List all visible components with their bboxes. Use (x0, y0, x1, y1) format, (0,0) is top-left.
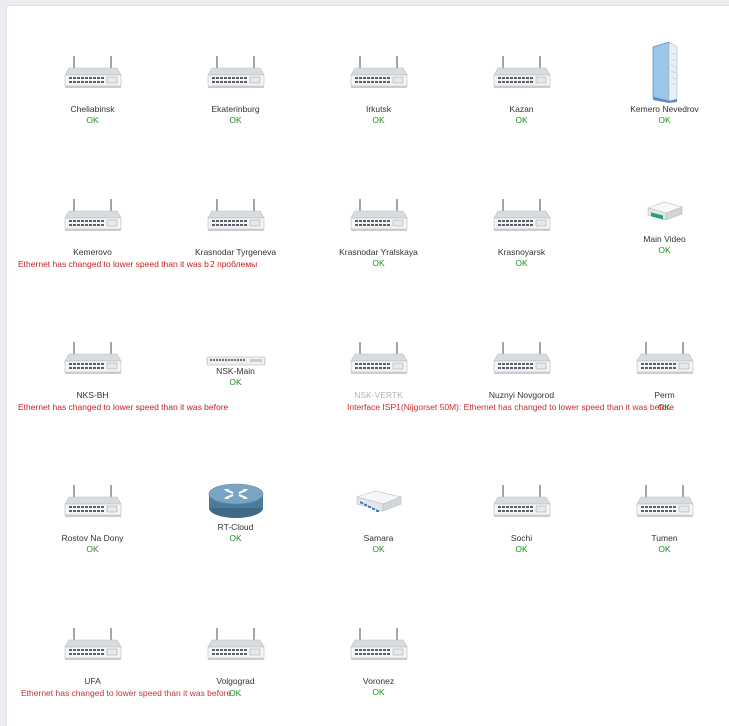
tower-router-icon (649, 41, 681, 108)
device-name: Cheliabinsk (70, 104, 115, 114)
device-name: NSK-VERTK (354, 390, 403, 400)
device-nuznyi-novgorod[interactable]: Nuznyi Novgorod (450, 337, 593, 457)
device-name: Tumen (651, 533, 678, 543)
cloud-router-icon (207, 480, 265, 525)
device-voronez[interactable]: Voronez OK (307, 623, 450, 726)
device-name: Perm (654, 390, 675, 400)
device-status: OK (515, 115, 528, 125)
device-name: Irkutsk (365, 104, 392, 114)
device-status: OK (229, 377, 242, 387)
device-kemero-nevedrov[interactable]: Kemero Nevedrov OK (593, 41, 729, 161)
device-krasnoyarsk[interactable]: Krasnoyarsk OK (450, 194, 593, 314)
device-name: Volgograd (216, 676, 255, 686)
device-status: OK (229, 115, 242, 125)
device-tumen[interactable]: Tumen OK (593, 480, 729, 600)
router-icon (492, 341, 551, 380)
router-icon (63, 55, 122, 94)
router-icon (63, 198, 122, 237)
device-perm[interactable]: Perm (593, 337, 729, 457)
device-name: Rostov Na Dony (61, 533, 124, 543)
device-name: Ekaterinburg (211, 104, 260, 114)
device-status: OK (372, 115, 385, 125)
hex-router-icon (355, 488, 403, 517)
router-icon (492, 55, 551, 94)
router-icon (349, 341, 408, 380)
device-name: RT-Cloud (217, 522, 254, 532)
router-icon (349, 627, 408, 666)
device-status-nsk-vertk: Interface ISP1(Nijgorset 50M): Ethernet … (347, 402, 674, 412)
device-main-video[interactable]: Main Video OK (593, 194, 729, 314)
device-status: OK (86, 544, 99, 554)
device-name: Kazan (509, 104, 534, 114)
device-status: OK (372, 687, 385, 697)
device-kazan[interactable]: Kazan OK (450, 51, 593, 171)
device-krasnodar-yralskaya[interactable]: Krasnodar Yralskaya OK (307, 194, 450, 314)
device-irkutsk[interactable]: Irkutsk OK (307, 51, 450, 171)
small-router-icon (646, 200, 684, 227)
device-name: Voronez (362, 676, 395, 686)
device-rostov-na-dony[interactable]: Rostov Na Dony OK (21, 480, 164, 600)
device-name: Kemero Nevedrov (630, 104, 699, 114)
device-sochi[interactable]: Sochi OK (450, 480, 593, 600)
device-ufa[interactable]: UFA (21, 623, 164, 726)
device-status: OK (372, 544, 385, 554)
router-icon (63, 484, 122, 523)
device-name: Krasnoyarsk (497, 247, 546, 257)
router-icon (349, 198, 408, 237)
device-rt-cloud[interactable]: RT-Cloud OK (164, 480, 307, 600)
device-name: Nuznyi Novgorod (488, 390, 555, 400)
device-name: Samara (363, 533, 394, 543)
device-name: Main Video (643, 234, 686, 244)
router-icon (635, 484, 694, 523)
device-kemerovo[interactable]: Kemerovo (21, 194, 164, 314)
device-status: OK (658, 245, 671, 255)
router-icon (206, 198, 265, 237)
device-status: OK (515, 258, 528, 268)
device-name: UFA (84, 676, 101, 686)
router-icon (63, 627, 122, 666)
router-icon (492, 484, 551, 523)
router-icon (206, 627, 265, 666)
device-krasnodar-tyrgeneva[interactable]: Krasnodar Tyrgeneva (164, 194, 307, 314)
device-volgograd[interactable]: Volgograd (164, 623, 307, 726)
devices-map-panel: Cheliabinsk OK Ekaterinburg OK Irkutsk O… (6, 5, 729, 726)
device-ekaterinburg[interactable]: Ekaterinburg OK (164, 51, 307, 171)
device-name: Kemerovo (73, 247, 112, 257)
device-name: NSK-Main (216, 366, 255, 376)
device-name: NKS-BH (76, 390, 109, 400)
device-nsk-vertk[interactable]: NSK-VERTK (307, 337, 450, 457)
device-status: OK (658, 544, 671, 554)
device-name: Krasnodar Tyrgeneva (194, 247, 277, 257)
device-cheliabinsk[interactable]: Cheliabinsk OK (21, 51, 164, 171)
router-icon (63, 341, 122, 380)
device-status: OK (658, 115, 671, 125)
device-status: OK (515, 544, 528, 554)
device-nks-bh[interactable]: NKS-BH (21, 337, 164, 457)
router-icon (635, 341, 694, 380)
router-icon (349, 55, 408, 94)
device-nsk-main[interactable]: NSK-Main OK (164, 337, 307, 457)
device-status: OK (86, 115, 99, 125)
device-status-ufa: Ethernet has changed to lower speed than… (21, 688, 232, 698)
device-samara[interactable]: Samara OK (307, 480, 450, 600)
router-icon (492, 198, 551, 237)
device-name: Sochi (510, 533, 533, 543)
device-status: OK (229, 533, 242, 543)
device-status-krasnodar-tyrgeneva: 2 проблемы (209, 259, 258, 269)
router-icon (206, 55, 265, 94)
device-name: Krasnodar Yralskaya (339, 247, 418, 257)
device-status: OK (372, 258, 385, 268)
